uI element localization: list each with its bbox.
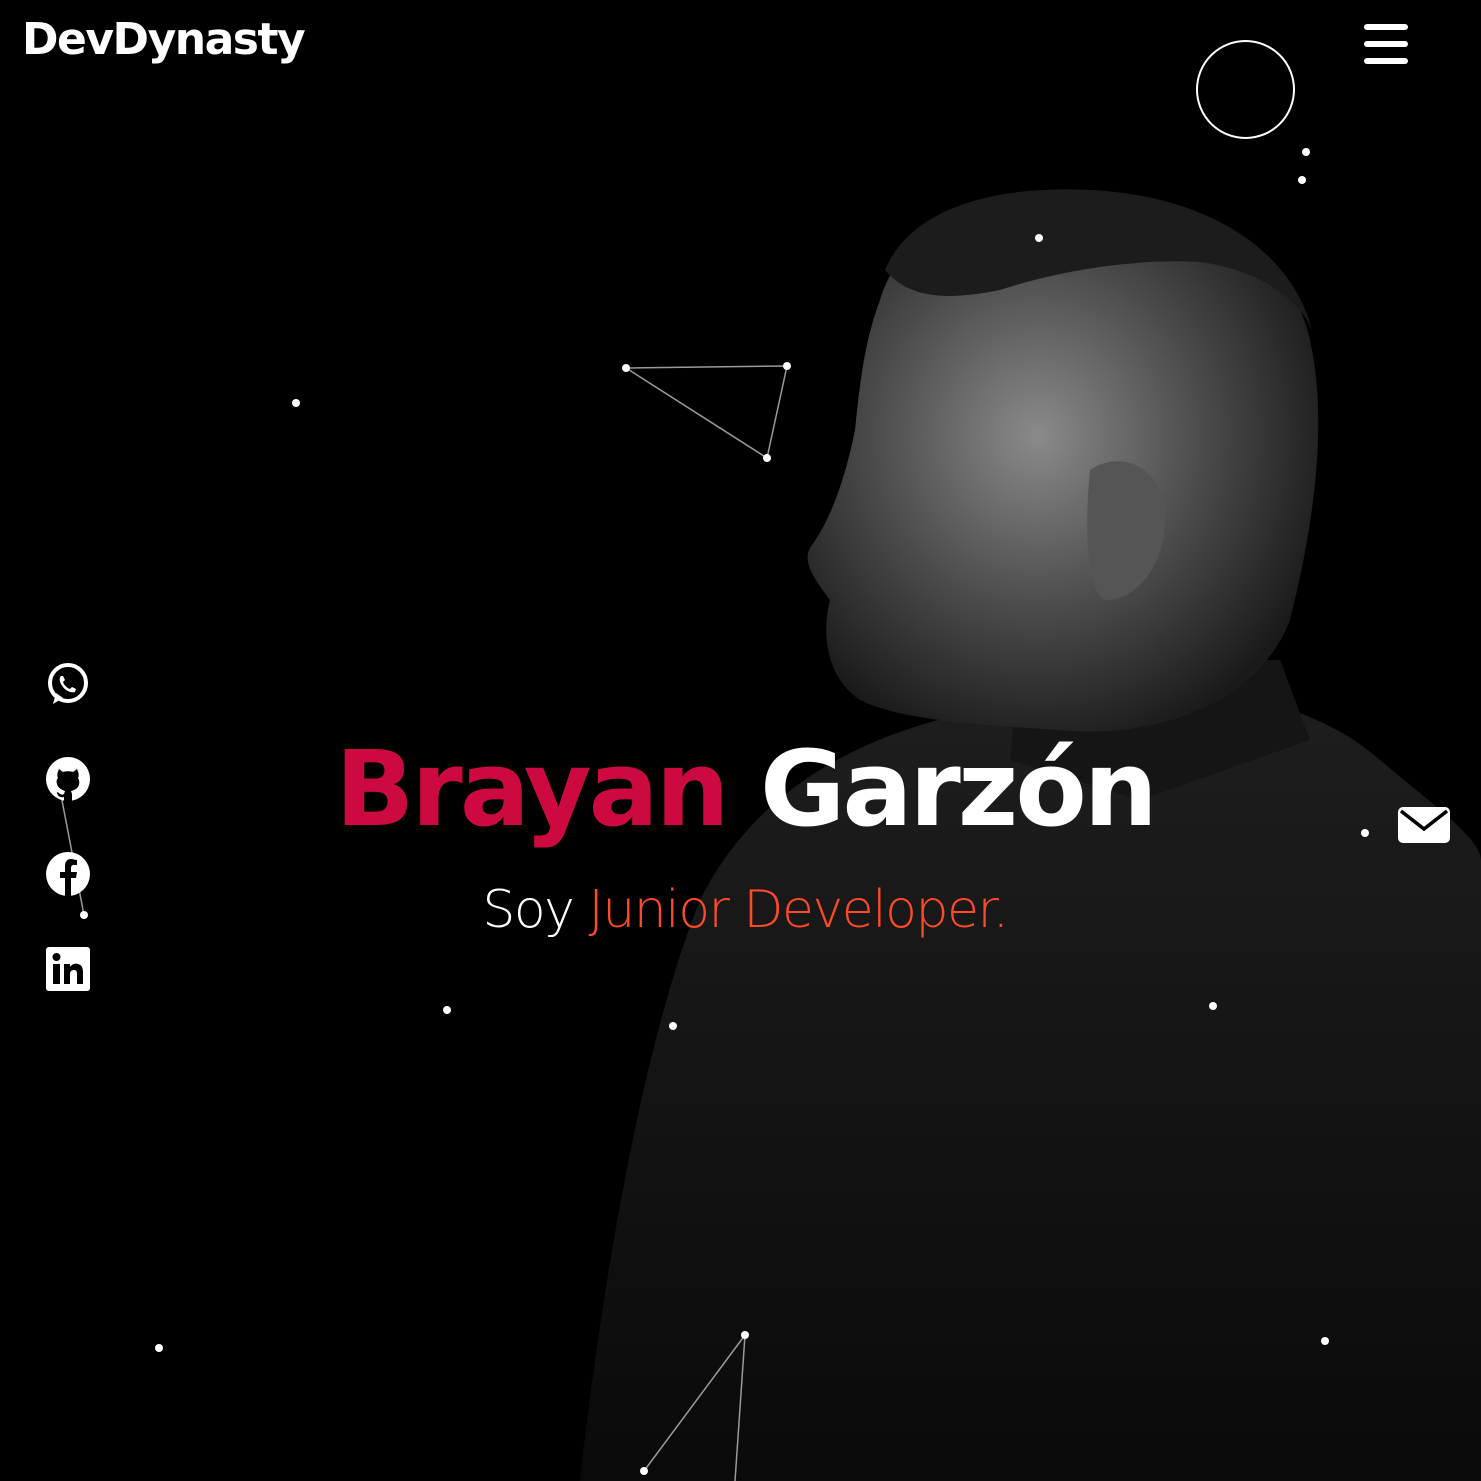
hamburger-menu-icon[interactable] — [1362, 22, 1410, 66]
role-prefix: Soy — [482, 880, 575, 940]
cursor-ring — [1196, 40, 1295, 139]
hero-role: Soy Junior Developer. — [0, 880, 1481, 940]
first-name: Brayan — [335, 728, 730, 850]
role-title: Junior Developer. — [588, 880, 1010, 940]
whatsapp-icon[interactable] — [44, 660, 92, 708]
last-name: Garzón — [759, 728, 1158, 850]
hero-name: Brayan Garzón — [0, 734, 1481, 844]
brand-logo[interactable]: DevDynasty — [22, 14, 306, 65]
linkedin-icon[interactable] — [44, 945, 92, 993]
